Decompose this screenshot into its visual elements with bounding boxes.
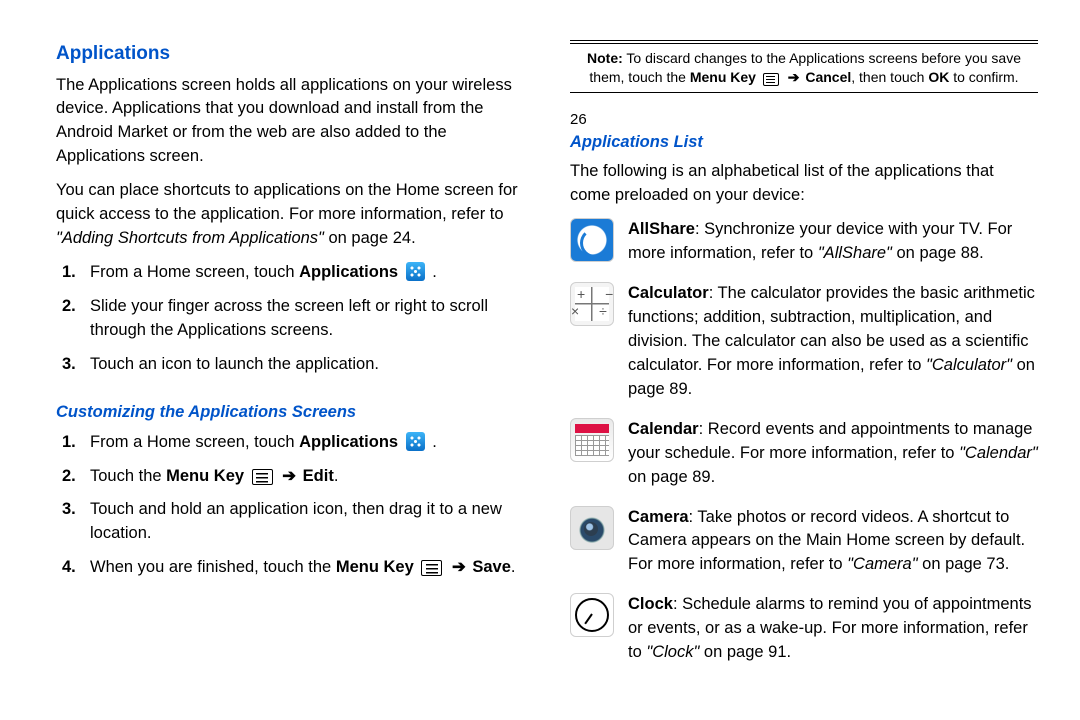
cross-reference: "Camera" (847, 555, 917, 573)
app-description: Calendar: Record events and appointments… (628, 418, 1038, 490)
ui-term: Cancel (805, 69, 851, 85)
step-item: 2. Slide your finger across the screen l… (56, 295, 524, 353)
page-number: 26 (570, 109, 1038, 131)
ui-term: Menu Key (336, 558, 414, 576)
ui-term: Menu Key (690, 69, 756, 85)
text: on page 89. (628, 468, 715, 486)
app-list-item-camera: Camera: Take photos or record videos. A … (570, 506, 1038, 578)
app-name: Calendar (628, 420, 699, 438)
divider (570, 40, 1038, 41)
text: on page 73. (918, 555, 1010, 573)
section-heading-applications: Applications (56, 40, 524, 68)
applications-icon (406, 262, 425, 281)
text: . (428, 263, 437, 281)
app-description: Clock: Schedule alarms to remind you of … (628, 593, 1038, 665)
menu-key-icon (252, 469, 273, 485)
app-description: Camera: Take photos or record videos. A … (628, 506, 1038, 578)
app-list-item-calendar: Calendar: Record events and appointments… (570, 418, 1038, 490)
steps-list: 1. From a Home screen, touch Application… (56, 261, 524, 387)
step-item: 3. Touch an icon to launch the applicati… (56, 353, 524, 387)
ui-term: Applications (299, 433, 398, 451)
arrow-icon: ➔ (278, 467, 301, 485)
step-item: 1. From a Home screen, touch Application… (56, 431, 524, 465)
text: From a Home screen, touch (90, 433, 299, 451)
text: . (428, 433, 437, 451)
manual-page: Applications The Applications screen hol… (0, 0, 1080, 700)
cross-reference: "Calculator" (926, 356, 1012, 374)
applications-list: AllShare: Synchronize your device with y… (570, 218, 1038, 665)
text: Slide your finger across the screen left… (90, 297, 488, 339)
text: Touch an icon to launch the application. (90, 355, 379, 373)
app-name: AllShare (628, 220, 695, 238)
step-item: 4. When you are finished, touch the Menu… (56, 556, 524, 590)
text: You can place shortcuts to applications … (56, 181, 518, 223)
paragraph: The Applications screen holds all applic… (56, 74, 524, 170)
cross-reference: "Calendar" (959, 444, 1038, 462)
text: , then touch (851, 69, 928, 85)
app-list-item-calculator: Calculator: The calculator provides the … (570, 282, 1038, 402)
app-description: Calculator: The calculator provides the … (628, 282, 1038, 402)
ui-term: Save (472, 558, 511, 576)
app-name: Calculator (628, 284, 709, 302)
note-box: Note: To discard changes to the Applicat… (570, 43, 1038, 93)
camera-icon (570, 506, 614, 550)
text: . (511, 558, 516, 576)
cross-reference: "Clock" (646, 643, 699, 661)
allshare-icon (570, 218, 614, 262)
calculator-icon (570, 282, 614, 326)
app-name: Camera (628, 508, 689, 526)
text: Touch and hold an application icon, then… (90, 500, 502, 542)
steps-list: 1. From a Home screen, touch Application… (56, 431, 524, 591)
app-list-item-clock: Clock: Schedule alarms to remind you of … (570, 593, 1038, 665)
text: When you are finished, touch the (90, 558, 336, 576)
menu-key-icon (763, 73, 779, 86)
step-item: 1. From a Home screen, touch Application… (56, 261, 524, 295)
subsection-heading-customizing: Customizing the Applications Screens (56, 401, 524, 425)
note-label: Note: (587, 50, 623, 66)
text: on page 91. (699, 643, 791, 661)
menu-key-icon (421, 560, 442, 576)
paragraph: You can place shortcuts to applications … (56, 179, 524, 251)
text: Touch the (90, 467, 166, 485)
text: From a Home screen, touch (90, 263, 299, 281)
ui-term: Applications (299, 263, 398, 281)
arrow-icon: ➔ (447, 558, 470, 576)
arrow-icon: ➔ (784, 69, 804, 85)
ui-term: Menu Key (166, 467, 244, 485)
ui-term: OK (928, 69, 949, 85)
step-item: 3. Touch and hold an application icon, t… (56, 498, 524, 556)
text: on page 24. (324, 229, 416, 247)
clock-icon (570, 593, 614, 637)
applications-icon (406, 432, 425, 451)
cross-reference: "AllShare" (818, 244, 892, 262)
subsection-heading-applications-list: Applications List (570, 131, 1038, 155)
ui-term: Edit (303, 467, 334, 485)
app-description: AllShare: Synchronize your device with y… (628, 218, 1038, 266)
cross-reference: "Adding Shortcuts from Applications" (56, 229, 324, 247)
text: on page 88. (892, 244, 984, 262)
paragraph: The following is an alphabetical list of… (570, 160, 1038, 208)
step-item: 2. Touch the Menu Key ➔ Edit. (56, 465, 524, 499)
app-list-item-allshare: AllShare: Synchronize your device with y… (570, 218, 1038, 266)
app-name: Clock (628, 595, 673, 613)
text: to confirm. (949, 69, 1018, 85)
text: . (334, 467, 339, 485)
calendar-icon (570, 418, 614, 462)
